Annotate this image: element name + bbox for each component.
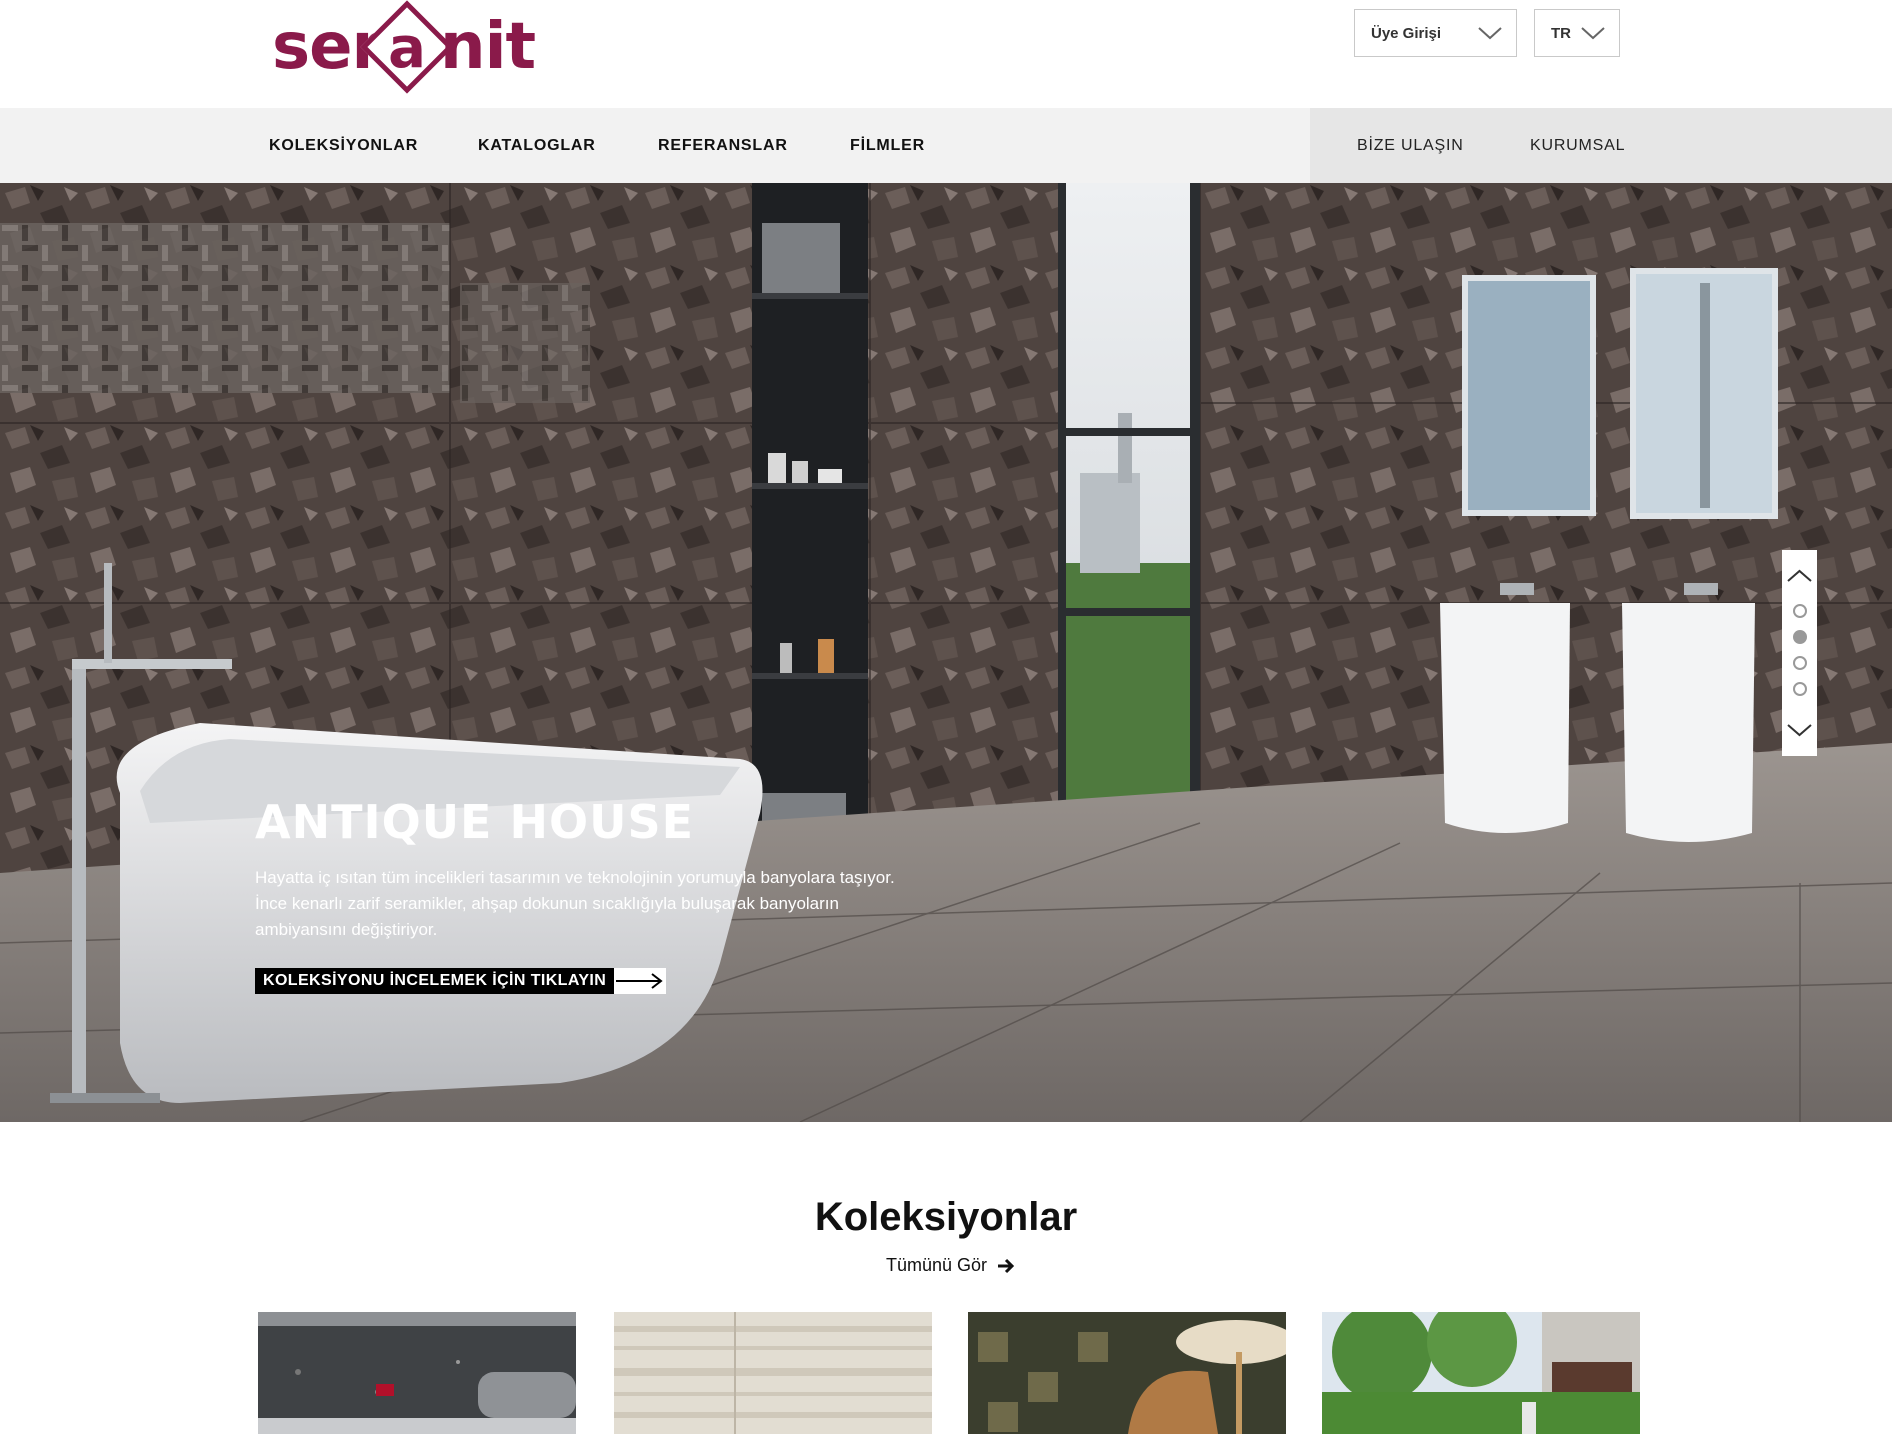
slide-dot-4[interactable] (1793, 682, 1807, 696)
language-dropdown[interactable]: TR (1534, 9, 1620, 57)
chevron-down-icon (1478, 27, 1502, 40)
arrow-right-icon (614, 968, 667, 994)
arrow-right-icon (998, 1258, 1015, 1273)
hero-cta-link[interactable]: KOLEKSİYONU İNCELEMEK İÇİN TIKLAYIN (255, 968, 667, 994)
page: ser a nit Üye Girişi TR KOLEKSİYONLAR KA… (0, 0, 1892, 1434)
nav-item-contact[interactable]: BİZE ULAŞIN (1357, 108, 1464, 183)
nav-item-collections[interactable]: KOLEKSİYONLAR (269, 108, 418, 183)
slide-dot-3[interactable] (1793, 656, 1807, 670)
chevron-down-icon[interactable] (1787, 720, 1812, 740)
nav-item-corporate[interactable]: KURUMSAL (1530, 108, 1625, 183)
seranit-logo[interactable]: ser a nit (272, 0, 536, 94)
member-login-label: Üye Girişi (1371, 24, 1442, 42)
chevron-down-icon (1581, 27, 1605, 40)
hero-title: ANTIQUE HOUSE (255, 795, 694, 849)
slide-dot-1[interactable] (1793, 604, 1807, 618)
collection-thumb-3[interactable] (968, 1312, 1286, 1434)
collection-thumb-4[interactable] (1322, 1312, 1640, 1434)
slide-dot-2[interactable] (1793, 630, 1807, 644)
nav-item-references[interactable]: REFERANSLAR (658, 108, 788, 183)
nav-item-catalogs[interactable]: KATALOGLAR (478, 108, 596, 183)
hero-description: Hayatta iç ısıtan tüm incelikleri tasarı… (255, 868, 895, 939)
logo-letter: a (388, 16, 426, 81)
see-all-label: Tümünü Gör (886, 1255, 988, 1275)
nav-item-films[interactable]: FİLMLER (850, 108, 925, 183)
logo-text-right: nit (440, 10, 536, 84)
top-header: ser a nit Üye Girişi TR (0, 0, 1892, 108)
collection-thumb-2[interactable] (614, 1312, 932, 1434)
chevron-up-icon[interactable] (1787, 566, 1812, 586)
hero-cta-label: KOLEKSİYONU İNCELEMEK İÇİN TIKLAYIN (255, 968, 615, 994)
hero-slider: ANTIQUE HOUSE Hayatta iç ısıtan tüm ince… (0, 183, 1892, 1122)
see-all-link[interactable]: Tümünü Gör (886, 1255, 1015, 1276)
member-login-dropdown[interactable]: Üye Girişi (1354, 9, 1517, 57)
slider-controls (1782, 550, 1817, 756)
language-label: TR (1551, 24, 1571, 42)
collections-title: Koleksiyonlar (814, 1195, 1078, 1239)
collection-thumb-1[interactable] (258, 1312, 576, 1434)
main-navigation: KOLEKSİYONLAR KATALOGLAR REFERANSLAR FİL… (0, 108, 1892, 183)
